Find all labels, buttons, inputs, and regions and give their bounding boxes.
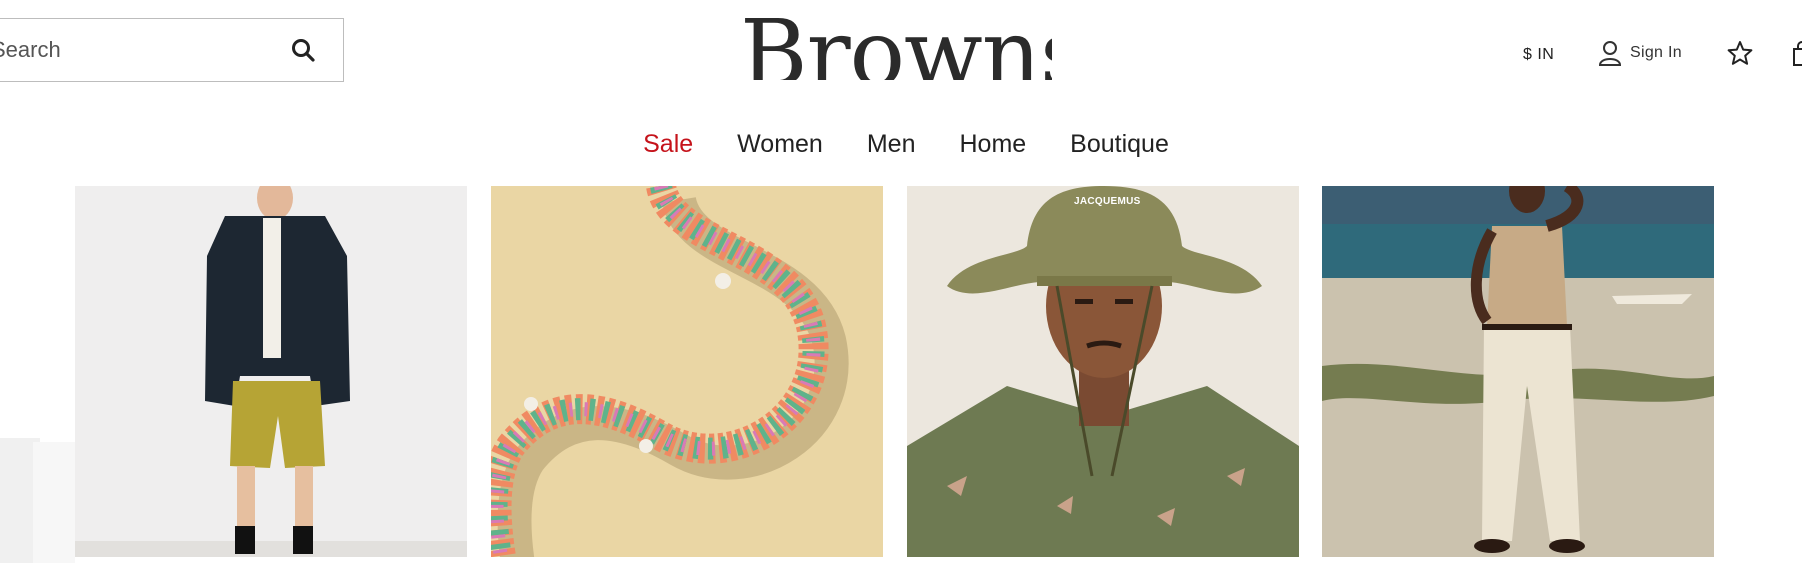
gallery-tile-beach[interactable] bbox=[1322, 186, 1714, 557]
gallery-tile-hat[interactable]: JACQUEMUS bbox=[907, 186, 1299, 557]
search-button[interactable] bbox=[289, 36, 319, 66]
nav-item-men[interactable]: Men bbox=[845, 130, 938, 159]
nav-item-women[interactable]: Women bbox=[715, 130, 845, 159]
main-nav: Sale Women Men Home Boutique bbox=[0, 130, 1802, 159]
gallery-tile-necklace[interactable] bbox=[491, 186, 883, 557]
nav-item-sale[interactable]: Sale bbox=[621, 130, 715, 159]
brand-logo[interactable]: Browns bbox=[740, 14, 1052, 80]
model-beach-image bbox=[1322, 186, 1714, 553]
model-jacket-image bbox=[75, 186, 467, 557]
necklace-image bbox=[491, 186, 849, 557]
wishlist-button[interactable] bbox=[1727, 40, 1753, 66]
sign-in-label: Sign In bbox=[1630, 44, 1682, 61]
search-input[interactable] bbox=[0, 19, 269, 81]
bag-button[interactable] bbox=[1792, 41, 1802, 67]
side-panel-inner bbox=[33, 442, 75, 563]
nav-item-boutique[interactable]: Boutique bbox=[1048, 130, 1191, 159]
sign-in-button[interactable]: Sign In bbox=[1598, 38, 1682, 68]
logo-text: Browns bbox=[740, 14, 1052, 80]
user-icon bbox=[1598, 41, 1622, 66]
bag-icon bbox=[1793, 41, 1802, 66]
nav-item-home[interactable]: Home bbox=[937, 130, 1048, 159]
hat-brand-label: JACQUEMUS bbox=[1074, 196, 1141, 207]
search-box[interactable] bbox=[0, 18, 344, 82]
star-icon bbox=[1727, 41, 1753, 65]
gallery-tile-menswear[interactable] bbox=[75, 186, 467, 557]
model-bucket-hat-image bbox=[907, 186, 1299, 557]
currency-selector[interactable]: $ IN bbox=[1523, 46, 1554, 64]
search-icon bbox=[292, 39, 315, 62]
